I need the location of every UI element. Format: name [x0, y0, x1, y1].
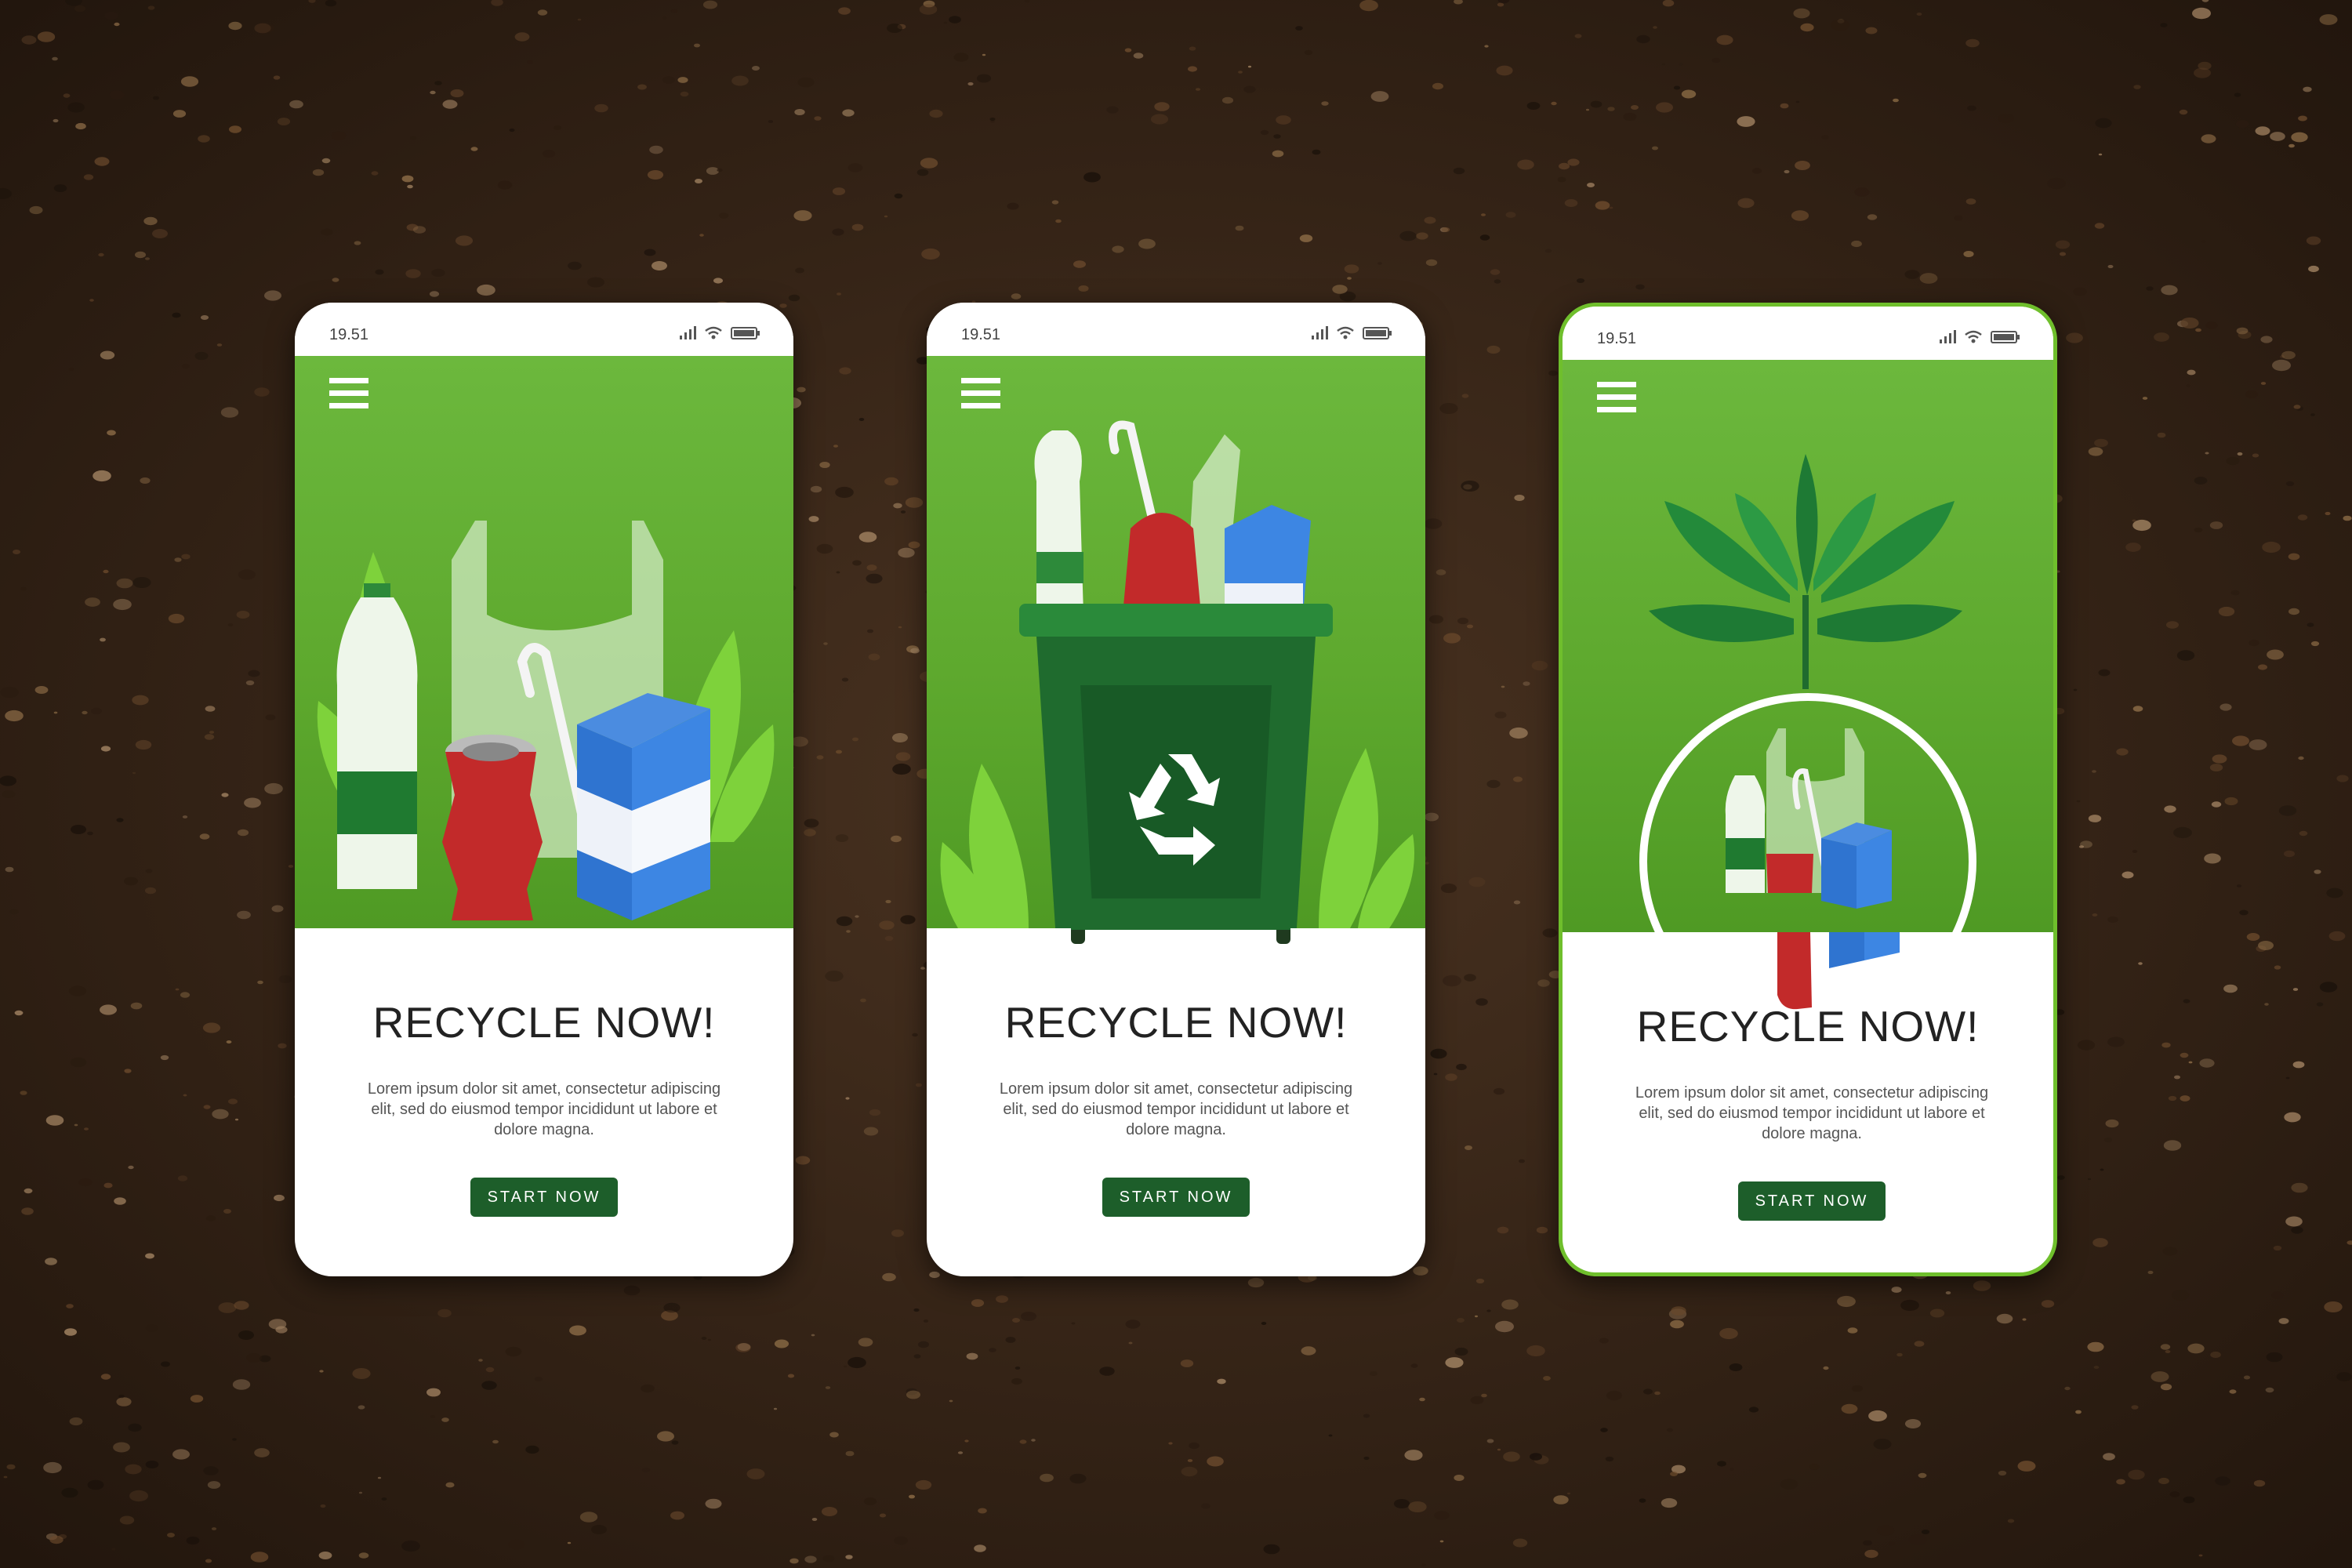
- bin-contents: [1034, 420, 1311, 615]
- status-time: 19.51: [329, 326, 369, 343]
- hamburger-menu-icon[interactable]: [961, 378, 1000, 409]
- signal-icon: [1940, 330, 1956, 343]
- crushed-can-icon: [442, 735, 543, 920]
- description-text: Lorem ipsum dolor sit amet, consectetur …: [1635, 1084, 1989, 1142]
- signal-icon: [680, 326, 696, 339]
- phone-screen-2: 19.51 RECYCLE NOW! Lorem ipsum dolor sit…: [927, 303, 1425, 1276]
- plastic-bottle-icon: [336, 583, 418, 889]
- wifi-icon: [705, 326, 722, 339]
- hamburger-menu-icon[interactable]: [1597, 382, 1636, 413]
- status-time: 19.51: [1597, 330, 1637, 347]
- hero-illustration-area: [927, 356, 1425, 928]
- recycle-bin-icon: [1019, 604, 1333, 928]
- start-now-button[interactable]: START NOW: [1738, 1181, 1886, 1221]
- wifi-icon: [1337, 326, 1354, 339]
- hero-illustration-area: [1563, 360, 2053, 932]
- milk-carton-icon: [577, 693, 710, 920]
- battery-icon: [1991, 331, 2020, 343]
- status-time: 19.51: [961, 326, 1001, 343]
- description-text: Lorem ipsum dolor sit amet, consectetur …: [999, 1080, 1353, 1138]
- bin-wheels: [1071, 898, 1290, 944]
- description-text: Lorem ipsum dolor sit amet, consectetur …: [367, 1080, 721, 1138]
- plant-icon: [1649, 454, 1962, 689]
- start-now-button[interactable]: START NOW: [1102, 1178, 1250, 1217]
- battery-icon: [731, 327, 760, 339]
- signal-icon: [1312, 326, 1328, 339]
- plant-illustration: [1639, 454, 1976, 932]
- page-title: RECYCLE NOW!: [372, 998, 716, 1047]
- status-bar: 19.51: [295, 303, 793, 356]
- battery-icon: [1363, 327, 1392, 339]
- start-now-button[interactable]: START NOW: [470, 1178, 618, 1217]
- hero-illustration-area: [295, 356, 793, 928]
- phone-screen-3: 19.51 RECYCLE NOW! Lorem ipsum dolor sit…: [1559, 303, 2057, 1276]
- recycle-bin-illustration: [940, 420, 1414, 928]
- phone-screen-1: 19.51 RECYCLE NOW! Lorem ipsum dolor sit…: [295, 303, 793, 1276]
- page-title: RECYCLE NOW!: [1004, 998, 1348, 1047]
- status-bar: 19.51: [927, 303, 1425, 356]
- wifi-icon: [1965, 330, 1982, 343]
- hamburger-menu-icon[interactable]: [329, 378, 368, 409]
- recyclables-illustration: [317, 521, 775, 920]
- status-bar: 19.51: [1563, 307, 2053, 360]
- page-title: RECYCLE NOW!: [1636, 1002, 1980, 1051]
- small-recyclables: [1725, 728, 1892, 909]
